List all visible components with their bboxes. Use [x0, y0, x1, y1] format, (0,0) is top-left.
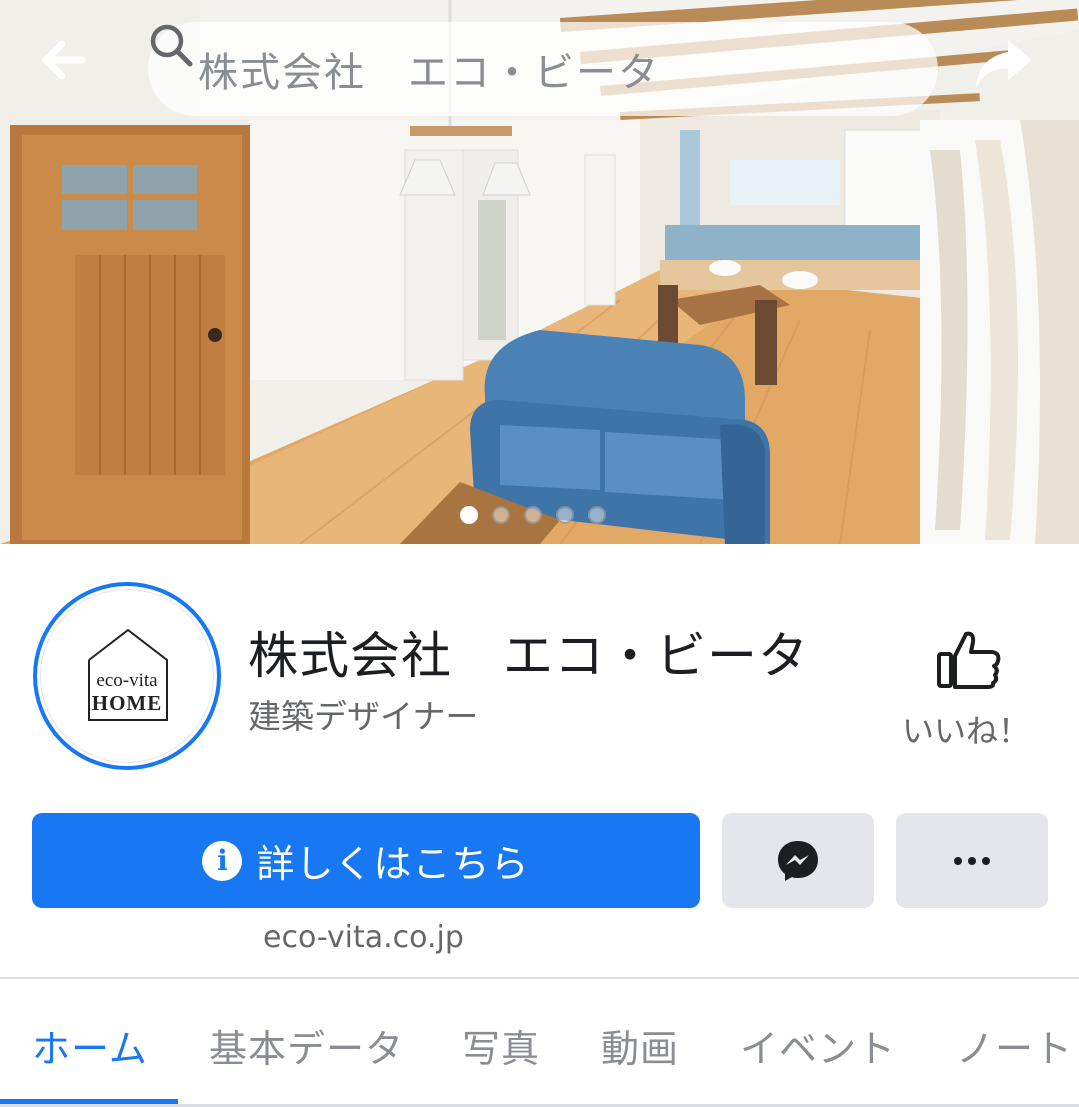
- carousel-dot-1[interactable]: [460, 506, 478, 524]
- page-title: 株式会社 エコ・ビータ: [248, 627, 809, 685]
- back-button[interactable]: [40, 40, 108, 100]
- search-query-text: 株式会社 エコ・ビータ: [198, 50, 660, 96]
- tab-home[interactable]: ホーム: [32, 1018, 148, 1073]
- cover-photo[interactable]: 株式会社 エコ・ビータ: [0, 0, 1079, 544]
- tab-photos[interactable]: 写真: [462, 1018, 540, 1073]
- more-dots-icon: [954, 856, 990, 865]
- share-button[interactable]: [972, 36, 1044, 104]
- thumbs-up-icon: [937, 631, 1001, 689]
- search-bar[interactable]: 株式会社 エコ・ビータ: [148, 22, 938, 116]
- info-icon: i: [202, 840, 243, 881]
- eco-vita-logo: eco-vita HOME: [40, 589, 214, 763]
- tab-events[interactable]: イベント: [740, 1018, 896, 1073]
- like-button[interactable]: いいね！: [896, 628, 1036, 750]
- search-icon: [150, 24, 193, 67]
- more-options-button[interactable]: [896, 813, 1048, 908]
- learn-more-label: 詳しくはこちら: [256, 842, 530, 886]
- logo-text-bottom: HOME: [91, 691, 163, 715]
- page-category: 建築デザイナー: [248, 697, 479, 736]
- like-label: いいね！: [901, 712, 1030, 750]
- profile-avatar[interactable]: eco-vita HOME: [33, 582, 221, 770]
- carousel-dot-2[interactable]: [492, 506, 510, 524]
- carousel-dot-4[interactable]: [556, 506, 574, 524]
- tab-notes[interactable]: ノート: [956, 1018, 1073, 1073]
- logo-text-top: eco-vita: [96, 670, 158, 691]
- tab-about[interactable]: 基本データ: [209, 1018, 404, 1073]
- tab-videos[interactable]: 動画: [601, 1018, 679, 1073]
- page-tabs: ホーム 基本データ 写真 動画 イベント ノート: [0, 980, 1079, 1107]
- carousel-dot-5[interactable]: [588, 506, 606, 524]
- messenger-button[interactable]: [722, 813, 874, 908]
- carousel-dot-3[interactable]: [524, 506, 542, 524]
- section-divider: [0, 977, 1079, 979]
- messenger-icon: [778, 840, 818, 881]
- share-icon: [976, 40, 1032, 88]
- back-arrow-icon: [42, 40, 86, 80]
- learn-more-button[interactable]: i 詳しくはこちら: [32, 813, 700, 908]
- website-link[interactable]: eco-vita.co.jp: [263, 920, 464, 955]
- carousel-indicator: [460, 506, 606, 526]
